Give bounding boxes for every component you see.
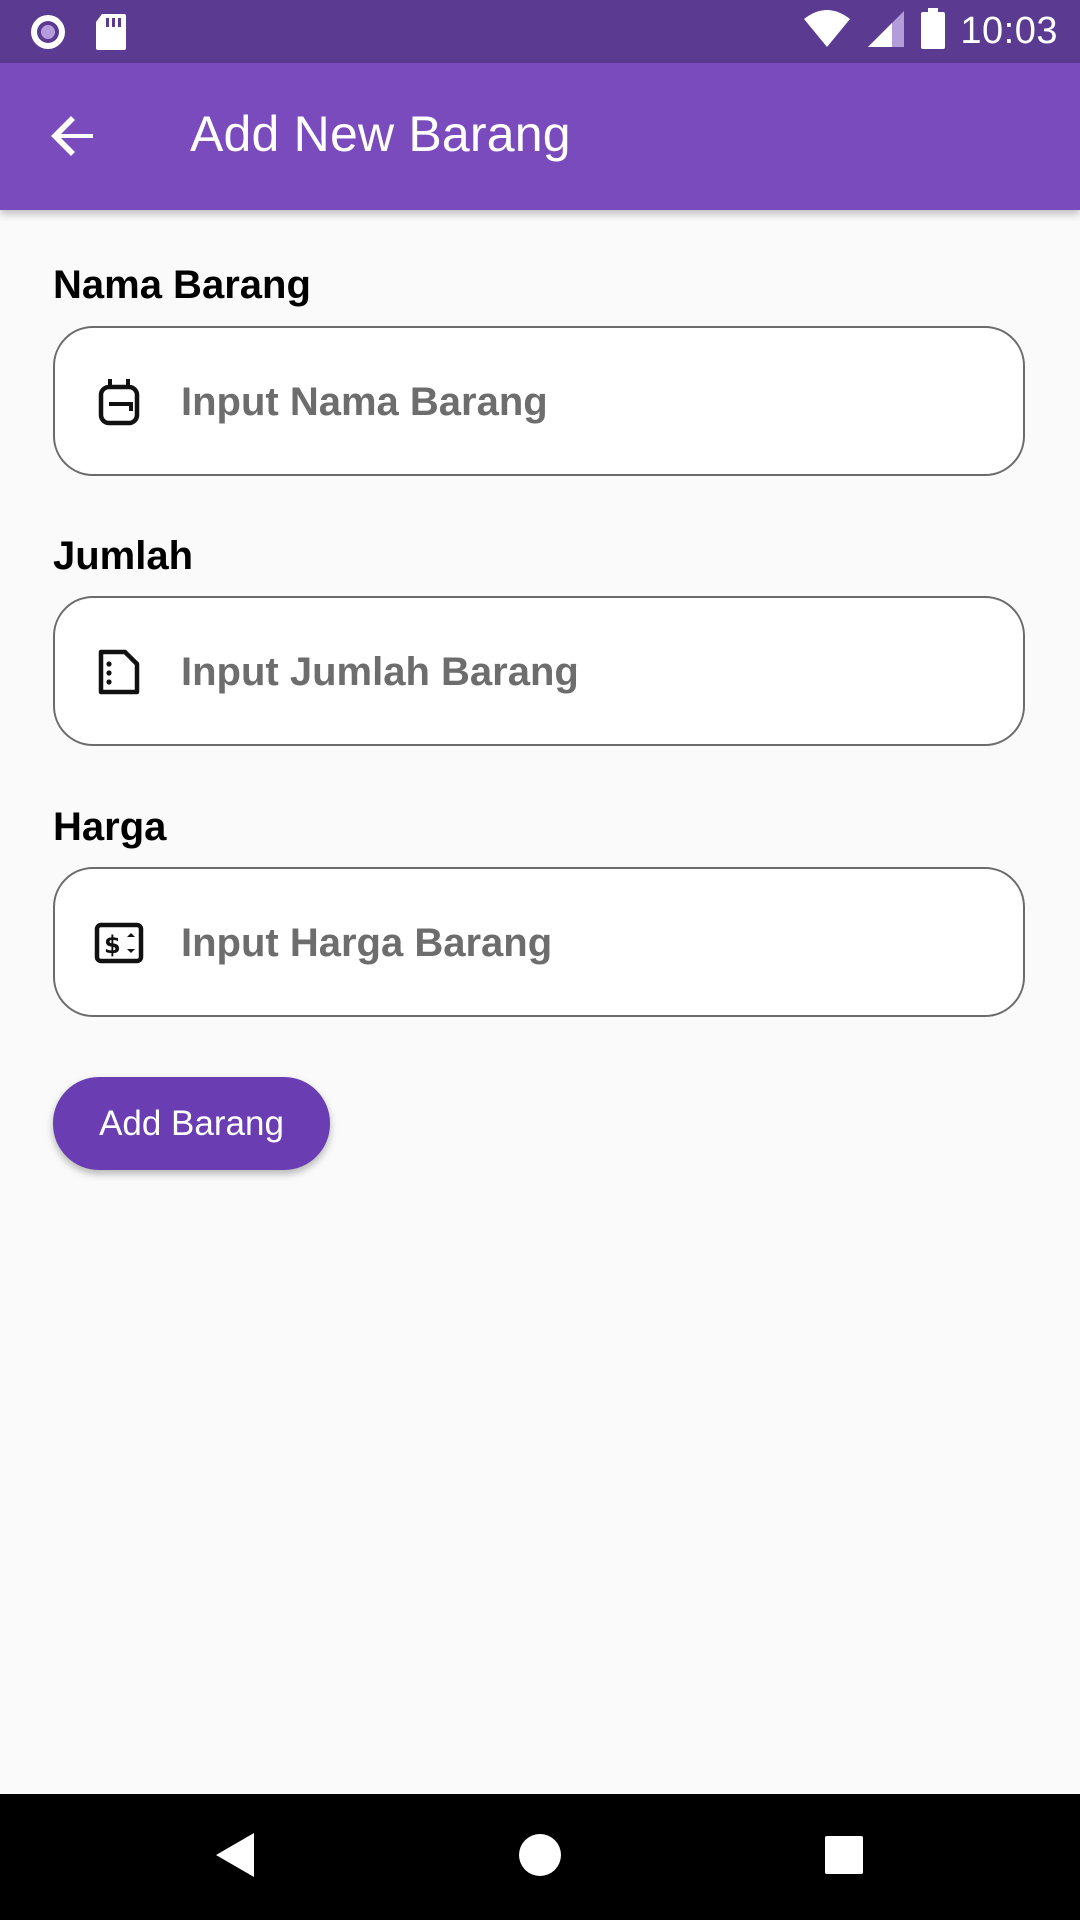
jumlah-input[interactable]	[179, 626, 983, 718]
back-button[interactable]	[34, 99, 112, 177]
recents-square-icon	[823, 1834, 865, 1881]
nav-recents-button[interactable]	[784, 1794, 904, 1920]
wifi-icon	[802, 9, 852, 54]
nav-back-button[interactable]	[176, 1794, 296, 1920]
status-bar: 10:03	[0, 0, 1080, 63]
home-circle-icon	[517, 1832, 563, 1883]
record-icon	[28, 12, 68, 57]
arrow-back-icon	[49, 112, 97, 165]
sd-card-icon	[94, 12, 128, 57]
battery-icon	[920, 8, 946, 55]
add-barang-button[interactable]: Add Barang	[53, 1077, 330, 1170]
harga-input[interactable]	[179, 897, 983, 989]
back-triangle-icon	[214, 1831, 258, 1884]
price-tag-icon: $	[91, 915, 147, 971]
navigation-bar	[0, 1794, 1080, 1920]
backpack-icon	[91, 374, 147, 430]
nav-home-button[interactable]	[480, 1794, 600, 1920]
nama-barang-input[interactable]	[179, 356, 983, 448]
harga-field[interactable]: $	[53, 867, 1025, 1017]
document-icon	[91, 644, 147, 700]
nama-barang-field[interactable]	[53, 326, 1025, 476]
nama-barang-label: Nama Barang	[53, 263, 311, 307]
status-time: 10:03	[960, 10, 1058, 52]
page-title: Add New Barang	[190, 106, 571, 162]
harga-label: Harga	[53, 805, 167, 849]
jumlah-label: Jumlah	[53, 534, 194, 578]
app-bar: Add New Barang	[0, 63, 1080, 210]
signal-icon	[866, 9, 906, 54]
jumlah-field[interactable]	[53, 596, 1025, 746]
svg-text:$: $	[104, 931, 121, 959]
